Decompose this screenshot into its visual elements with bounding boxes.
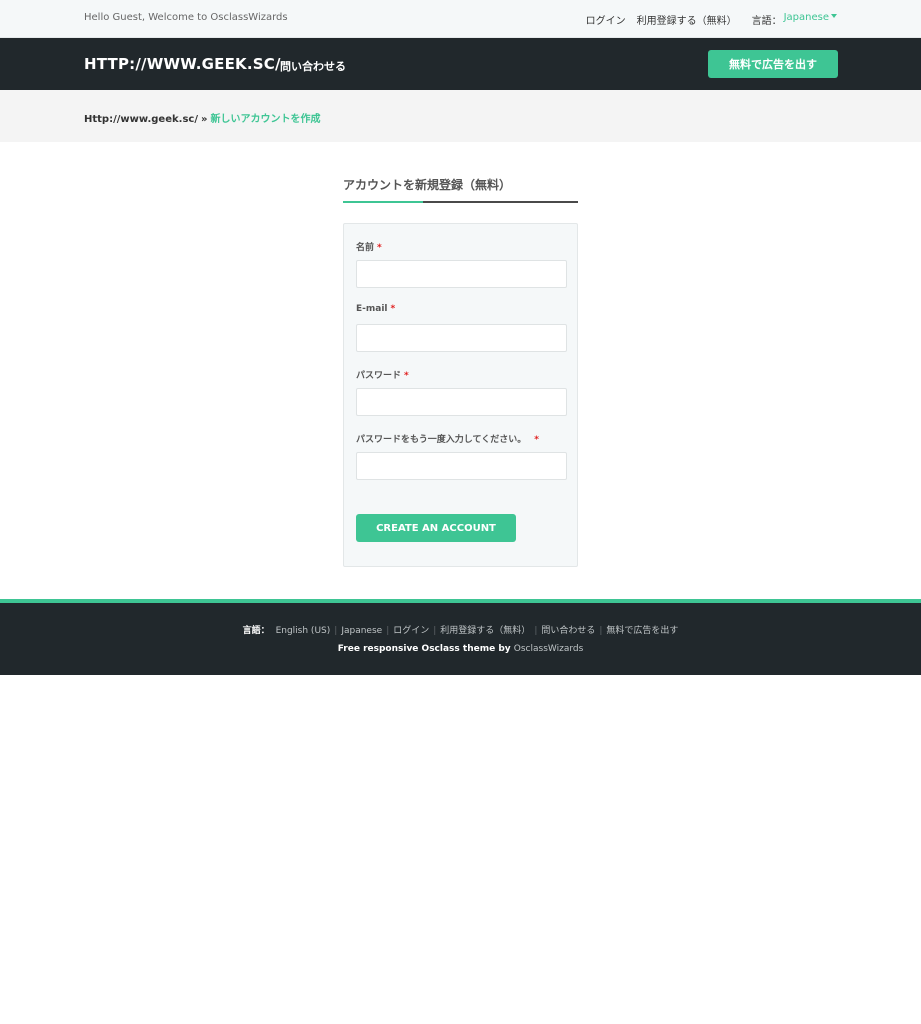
password-confirm-label: パスワードをもう一度入力してください。 * [356,435,539,445]
divider: | [334,626,338,636]
credit-text: Free responsive Osclass theme by [337,644,511,654]
page-title: アカウントを新規登録（無料） [343,178,512,192]
footer-link-register[interactable]: 利用登録する（無料） [440,626,530,636]
password-label: パスワード * [356,371,409,381]
divider: | [386,626,390,636]
required-mark: * [534,435,539,445]
create-account-button[interactable]: CREATE AN ACCOUNT [356,514,516,542]
language-dropdown[interactable]: Japanese [782,12,837,27]
site-header: HTTP://WWW.GEEK.SC/ 問い合わせる 無料で広告を出す [0,38,921,90]
footer-link-japanese[interactable]: Japanese [341,626,382,636]
footer-language-label: 言語： [242,626,270,636]
divider: | [534,626,538,636]
footer-link-post-ad[interactable]: 無料で広告を出す [606,626,678,636]
email-input[interactable] [356,324,567,352]
footer-credit: Free responsive Osclass theme by Osclass… [0,644,921,654]
breadcrumb-current: 新しいアカウントを作成 [210,114,321,125]
breadcrumb: Http://www.geek.sc/» 新しいアカウントを作成 [84,110,320,125]
site-logo[interactable]: HTTP://WWW.GEEK.SC/ [84,55,281,73]
post-ad-button[interactable]: 無料で広告を出す [708,50,838,78]
footer-link-login[interactable]: ログイン [393,626,429,636]
login-link[interactable]: ログイン [586,12,626,27]
name-label: 名前 * [356,243,382,253]
caret-down-icon [831,14,837,18]
footer-link-english[interactable]: English (US) [276,626,331,636]
password-input[interactable] [356,388,567,416]
breadcrumb-separator: » [200,114,208,125]
breadcrumb-bar: Http://www.geek.sc/» 新しいアカウントを作成 [0,90,921,142]
language-label: 言語： [751,16,782,27]
footer-links: 言語： English (US) | Japanese | ログイン | 利用登録する（無料）… [0,623,921,636]
credit-brand-link[interactable]: OsclassWizards [514,644,584,654]
register-form: 名前 * E-mail * パスワード * パスワードをもう一度入力してください。 * … [343,223,578,567]
email-label: E-mail * [356,304,396,314]
required-mark: * [390,304,396,314]
top-bar-links: ログイン 利用登録する（無料） 言語： Japanese [575,12,837,27]
required-mark: * [404,371,409,381]
title-underline [343,201,578,203]
password-confirm-input[interactable] [356,452,567,480]
site-footer: 言語： English (US) | Japanese | ログイン | 利用登録する（無料）… [0,599,921,675]
name-input[interactable] [356,260,567,288]
title-underline-accent [343,201,423,203]
top-bar: Hello Guest, Welcome to OsclassWizards ロ… [0,0,921,38]
language-value: Japanese [783,12,829,23]
footer-link-contact[interactable]: 問い合わせる [541,626,595,636]
register-link[interactable]: 利用登録する（無料） [637,12,737,27]
required-mark: * [377,243,382,253]
breadcrumb-home[interactable]: Http://www.geek.sc/ [84,114,198,125]
contact-link[interactable]: 問い合わせる [280,58,346,74]
divider: | [599,626,603,636]
divider: | [433,626,437,636]
welcome-text: Hello Guest, Welcome to OsclassWizards [84,12,288,23]
